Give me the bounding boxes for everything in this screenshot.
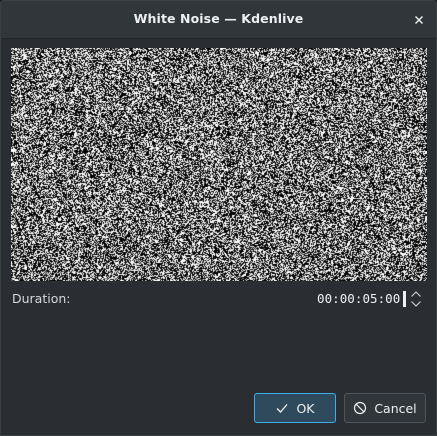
noise-preview bbox=[11, 48, 427, 281]
duration-value[interactable]: 00:00:05:00 bbox=[317, 291, 400, 306]
cancel-icon bbox=[353, 401, 367, 415]
ok-button[interactable]: OK bbox=[254, 393, 336, 423]
close-button[interactable] bbox=[412, 12, 426, 26]
cancel-button[interactable]: Cancel bbox=[344, 393, 426, 423]
spinbox-arrows-icon bbox=[409, 289, 423, 309]
duration-label: Duration: bbox=[12, 291, 71, 306]
titlebar: White Noise — Kdenlive bbox=[1, 1, 436, 39]
checkmark-icon bbox=[275, 401, 289, 415]
dialog-window: White Noise — Kdenlive Duration: 00:00:0… bbox=[0, 0, 437, 436]
duration-spinbox-arrows[interactable] bbox=[409, 289, 423, 309]
ok-button-label: OK bbox=[296, 401, 314, 416]
noise-canvas bbox=[11, 48, 427, 281]
text-caret bbox=[403, 291, 406, 307]
close-icon bbox=[412, 13, 426, 27]
cancel-button-label: Cancel bbox=[374, 401, 416, 416]
window-title: White Noise — Kdenlive bbox=[1, 11, 436, 26]
duration-timecode-input[interactable]: 00:00:05:00 bbox=[313, 289, 427, 309]
